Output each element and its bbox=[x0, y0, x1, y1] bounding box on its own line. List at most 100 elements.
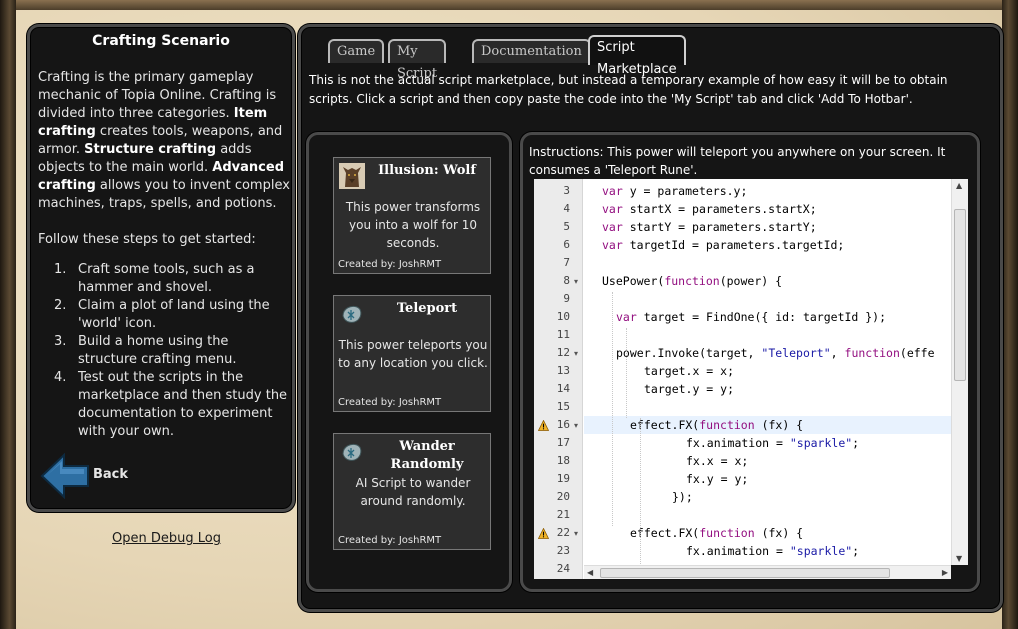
script-instructions: Instructions: This power will teleport y… bbox=[529, 145, 946, 177]
code-line: effect.FX(function (fx) { bbox=[630, 526, 804, 540]
scroll-up-icon[interactable]: ▲ bbox=[956, 181, 962, 190]
code-line: fx.animation = "sparkle"; bbox=[686, 544, 860, 558]
script-author: Created by: JoshRMT bbox=[338, 535, 442, 546]
wolf-icon bbox=[339, 163, 365, 189]
vertical-scrollbar[interactable]: ▲ ▼ bbox=[951, 179, 968, 565]
line-number: 24 bbox=[556, 562, 570, 575]
code-editor[interactable]: 3 4 5 6 7 8 ▾ 9 10 11 12 ▾ 13 14 15 16 ▾ 17 18 19 20 21 22 ▾ 23 2… bbox=[534, 179, 968, 579]
scenario-description: Crafting is the primary gameplay mechani… bbox=[38, 69, 290, 441]
code-area[interactable]: var y = parameters.y; var startX = parame… bbox=[584, 179, 951, 565]
line-number: 15 bbox=[556, 400, 570, 413]
code-line: }); bbox=[672, 490, 693, 504]
indent-guide bbox=[626, 328, 627, 418]
steps-intro: Follow these steps to get started: bbox=[38, 232, 256, 247]
back-label[interactable]: Back bbox=[93, 467, 128, 482]
script-card-wander-randomly[interactable]: Wander Randomly AI Script to wander arou… bbox=[333, 433, 491, 550]
scroll-right-icon[interactable]: ▶ bbox=[942, 568, 948, 577]
tab-documentation[interactable]: Documentation bbox=[472, 39, 591, 63]
step-number: 3. bbox=[54, 334, 67, 349]
fold-toggle-icon[interactable]: ▾ bbox=[574, 529, 578, 538]
code-line: target.y = y; bbox=[644, 382, 735, 396]
back-button[interactable]: Back bbox=[40, 451, 180, 501]
scroll-left-icon[interactable]: ◀ bbox=[587, 568, 593, 577]
rune-icon bbox=[342, 305, 362, 323]
step-number: 2. bbox=[54, 298, 67, 313]
frame-top-border bbox=[0, 0, 1018, 10]
code-line: var y = parameters.y; bbox=[602, 184, 748, 198]
marketplace-intro: This is not the actual script marketplac… bbox=[309, 73, 948, 106]
horizontal-scroll-thumb[interactable] bbox=[600, 568, 890, 578]
code-line: var startX = parameters.startX; bbox=[602, 202, 817, 216]
list-item: 4. Test out the scripts in the marketplac… bbox=[38, 369, 290, 441]
structure-crafting-label: Structure crafting bbox=[84, 142, 217, 157]
step-number: 1. bbox=[54, 262, 67, 277]
panel-title: Crafting Scenario bbox=[92, 33, 230, 49]
open-debug-log-link[interactable]: Open Debug Log bbox=[112, 531, 221, 546]
script-author: Created by: JoshRMT bbox=[338, 259, 442, 270]
fold-toggle-icon[interactable]: ▾ bbox=[574, 421, 578, 430]
line-number: 19 bbox=[556, 472, 570, 485]
line-number: 7 bbox=[563, 256, 570, 269]
fold-toggle-icon[interactable]: ▾ bbox=[574, 349, 578, 358]
indent-guide bbox=[612, 292, 613, 526]
tab-my-script[interactable]: My Script bbox=[388, 39, 447, 81]
code-line: var startY = parameters.startY; bbox=[602, 220, 817, 234]
list-item: 1. Craft some tools, such as a hammer and… bbox=[38, 261, 290, 297]
code-line: effect.FX(function (fx) { bbox=[630, 418, 804, 432]
line-number-gutter: 3 4 5 6 7 8 ▾ 9 10 11 12 ▾ 13 14 15 16 ▾ 17 18 19 20 21 22 ▾ 23 2… bbox=[534, 179, 583, 579]
frame-right-border bbox=[1002, 0, 1018, 629]
line-number: 8 bbox=[563, 274, 570, 287]
indent-guide bbox=[640, 418, 641, 565]
step-text: Craft some tools, such as a hammer and s… bbox=[78, 262, 255, 295]
line-number: 6 bbox=[563, 238, 570, 251]
code-line: fx.y = y; bbox=[686, 472, 749, 486]
steps-list: 1. Craft some tools, such as a hammer and… bbox=[38, 261, 290, 441]
horizontal-scrollbar[interactable]: ◀ ▶ bbox=[584, 565, 951, 579]
warning-icon bbox=[538, 528, 549, 539]
window-frame: Crafting Scenario Crafting is the primar… bbox=[0, 0, 1018, 629]
rune-icon bbox=[342, 443, 362, 461]
code-line: fx.x = x; bbox=[686, 454, 749, 468]
script-card-illusion-wolf[interactable]: Illusion: Wolf This power transforms you… bbox=[333, 157, 491, 274]
tab-script-marketplace[interactable]: Script Marketplace bbox=[588, 35, 686, 77]
script-card-teleport[interactable]: Teleport This power teleports you to any… bbox=[333, 295, 491, 412]
frame-left-border bbox=[0, 0, 16, 629]
script-list-panel: Illusion: Wolf This power transforms you… bbox=[306, 132, 512, 592]
left-arrow-icon[interactable] bbox=[40, 453, 90, 499]
scrollbar-corner bbox=[951, 565, 968, 579]
code-line: fx.animation = "sparkle"; bbox=[686, 436, 860, 450]
code-line: var target = FindOne({ id: targetId }); bbox=[616, 310, 887, 324]
step-text: Test out the scripts in the marketplace … bbox=[78, 370, 288, 439]
line-number: 20 bbox=[556, 490, 570, 503]
list-item: 3. Build a home using the structure craft… bbox=[38, 333, 290, 369]
tab-game[interactable]: Game bbox=[328, 39, 385, 63]
main-panel: Game My Script Documentation Script Mark… bbox=[298, 24, 1003, 612]
code-line: target.x = x; bbox=[644, 364, 735, 378]
script-description: AI Script to wander around randomly. bbox=[355, 476, 471, 508]
line-number: 9 bbox=[563, 292, 570, 305]
step-text: Claim a plot of land using the 'world' i… bbox=[78, 298, 270, 331]
code-line: UsePower(function(power) { bbox=[602, 274, 783, 288]
script-description: This power transforms you into a wolf fo… bbox=[345, 200, 481, 250]
vertical-scroll-thumb[interactable] bbox=[954, 209, 966, 381]
code-line: power.Invoke(target, "Teleport", functio… bbox=[616, 346, 935, 360]
line-number: 13 bbox=[556, 364, 570, 377]
script-title: Illusion: Wolf bbox=[378, 163, 476, 178]
line-number: 5 bbox=[563, 220, 570, 233]
line-number: 17 bbox=[556, 436, 570, 449]
script-title: Teleport bbox=[396, 301, 458, 316]
scroll-down-icon[interactable]: ▼ bbox=[956, 554, 962, 563]
fold-toggle-icon[interactable]: ▾ bbox=[574, 277, 578, 286]
script-title: Wander Randomly bbox=[390, 439, 464, 472]
line-number: 4 bbox=[563, 202, 570, 215]
line-number: 23 bbox=[556, 544, 570, 557]
line-number: 18 bbox=[556, 454, 570, 467]
step-number: 4. bbox=[54, 370, 67, 385]
line-number: 21 bbox=[556, 508, 570, 521]
line-number: 11 bbox=[556, 328, 570, 341]
list-item: 2. Claim a plot of land using the 'world'… bbox=[38, 297, 290, 333]
line-number: 3 bbox=[563, 184, 570, 197]
code-line: var targetId = parameters.targetId; bbox=[602, 238, 845, 252]
crafting-scenario-panel: Crafting Scenario Crafting is the primar… bbox=[27, 24, 295, 512]
script-author: Created by: JoshRMT bbox=[338, 397, 442, 408]
